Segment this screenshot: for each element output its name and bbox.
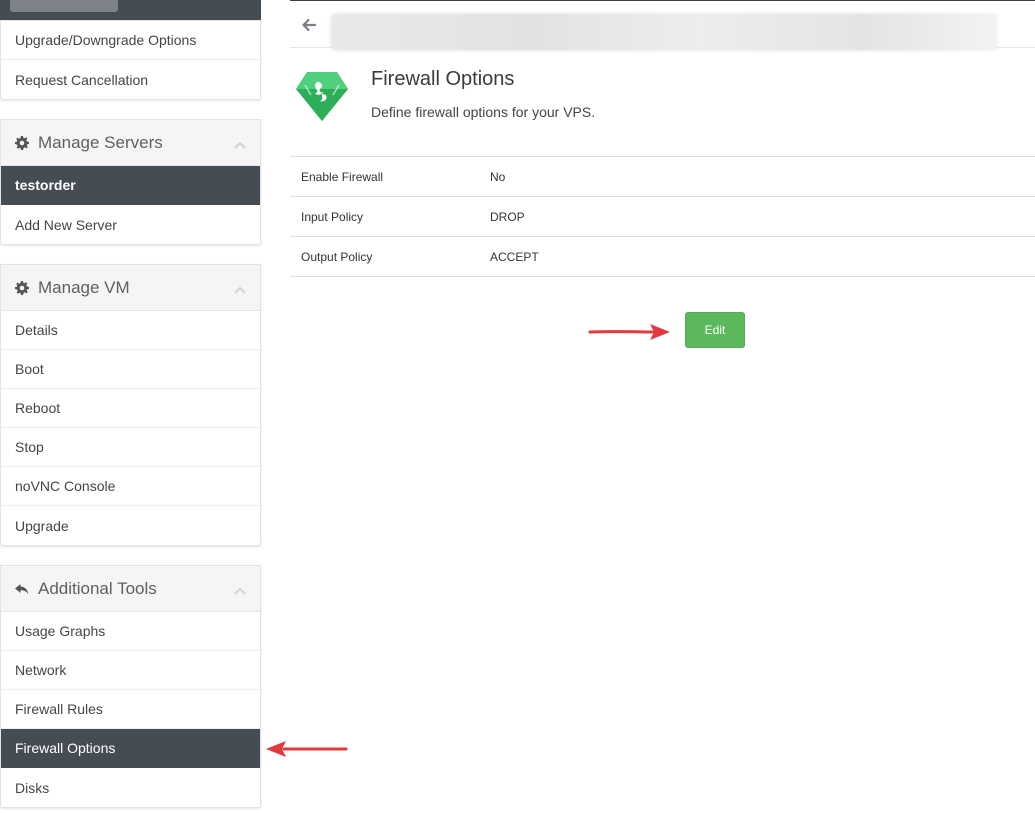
- breadcrumb-bar: [290, 2, 1035, 51]
- manage-vm-header[interactable]: Manage VM: [1, 265, 260, 311]
- page-subtitle: Define firewall options for your VPS.: [371, 104, 596, 120]
- sidebar-item-details[interactable]: Details: [1, 311, 260, 350]
- panel-title: Additional Tools: [38, 578, 157, 598]
- chevron-up-icon[interactable]: [234, 136, 246, 154]
- blurred-header: [10, 0, 118, 12]
- sidebar-item-novnc-console[interactable]: noVNC Console: [1, 467, 260, 506]
- annotation-arrow-right-icon: [588, 324, 670, 340]
- reply-icon: [15, 582, 29, 596]
- firewall-options-table: Enable Firewall No Input Policy DROP Out…: [290, 156, 1035, 277]
- additional-tools-panel: Additional Tools Usage Graphs Network Fi…: [0, 565, 261, 808]
- diamond-logo-icon: [295, 70, 349, 122]
- edit-button[interactable]: Edit: [685, 312, 745, 348]
- sidebar-item-firewall-options[interactable]: Firewall Options: [1, 729, 260, 768]
- sidebar-item-boot[interactable]: Boot: [1, 350, 260, 389]
- manage-servers-panel: Manage Servers testorder Add New Server: [0, 119, 261, 245]
- table-row: Enable Firewall No: [290, 157, 1035, 197]
- annotation-arrow-left-icon: [266, 741, 348, 757]
- manage-vm-panel: Manage VM Details Boot Reboot Stop noVNC…: [0, 264, 261, 546]
- chevron-up-icon[interactable]: [234, 582, 246, 600]
- blurred-breadcrumb: [330, 13, 998, 51]
- option-label: Input Policy: [301, 209, 364, 224]
- sidebar-item-disks[interactable]: Disks: [1, 768, 260, 807]
- sidebar-item-upgrade-downgrade[interactable]: Upgrade/Downgrade Options: [1, 21, 260, 60]
- arrow-left-icon[interactable]: [300, 16, 320, 36]
- manage-servers-header[interactable]: Manage Servers: [1, 120, 260, 166]
- chevron-up-icon[interactable]: [234, 281, 246, 299]
- gear-icon: [15, 280, 29, 295]
- page-title: Firewall Options: [371, 68, 515, 90]
- option-label: Enable Firewall: [301, 169, 384, 184]
- panel-title: Manage Servers: [38, 132, 163, 152]
- option-value: ACCEPT: [490, 249, 539, 264]
- sidebar-top-stub: [0, 0, 261, 21]
- sidebar-item-testorder[interactable]: testorder: [1, 166, 260, 205]
- table-row: Output Policy ACCEPT: [290, 237, 1035, 277]
- sidebar-item-network[interactable]: Network: [1, 651, 260, 690]
- option-value: No: [490, 169, 506, 184]
- sidebar-item-stop[interactable]: Stop: [1, 428, 260, 467]
- table-row: Input Policy DROP: [290, 197, 1035, 237]
- panel-title: Manage VM: [38, 277, 130, 297]
- account-actions-panel: Upgrade/Downgrade Options Request Cancel…: [0, 20, 261, 100]
- sidebar-item-reboot[interactable]: Reboot: [1, 389, 260, 428]
- sidebar-item-firewall-rules[interactable]: Firewall Rules: [1, 690, 260, 729]
- top-border: [290, 0, 1035, 1]
- sidebar-item-usage-graphs[interactable]: Usage Graphs: [1, 612, 260, 651]
- sidebar-item-upgrade[interactable]: Upgrade: [1, 506, 260, 545]
- option-value: DROP: [490, 209, 525, 224]
- option-label: Output Policy: [301, 249, 373, 264]
- sidebar-item-request-cancellation[interactable]: Request Cancellation: [1, 60, 260, 99]
- additional-tools-header[interactable]: Additional Tools: [1, 566, 260, 612]
- sidebar-item-add-new-server[interactable]: Add New Server: [1, 205, 260, 244]
- gear-icon: [15, 135, 29, 150]
